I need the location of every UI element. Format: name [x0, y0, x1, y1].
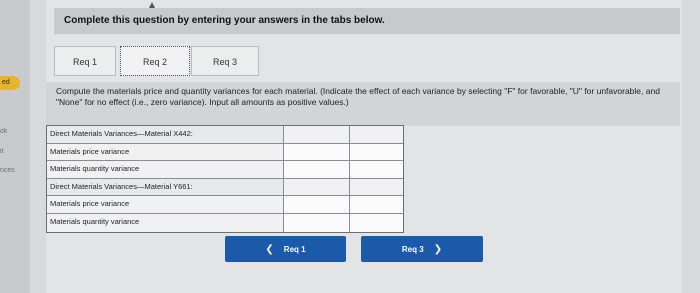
row-label: Direct Materials Variances—Material X442…: [47, 126, 284, 143]
table-row: Materials quantity variance: [47, 213, 403, 232]
effect-select[interactable]: [350, 143, 403, 161]
prev-button[interactable]: ❮ Req 1: [225, 236, 346, 262]
prompt-band: Compute the materials price and quantity…: [46, 82, 680, 126]
prev-button-label: Req 1: [283, 244, 306, 254]
effect-select[interactable]: [350, 196, 403, 213]
amount-input[interactable]: [284, 161, 350, 178]
amount-input[interactable]: [284, 213, 350, 232]
row-label: Materials price variance: [47, 196, 284, 213]
row-label: Direct Materials Variances—Material Y661…: [47, 178, 284, 196]
variance-table: Direct Materials Variances—Material X442…: [46, 125, 404, 233]
row-label: Materials quantity variance: [47, 213, 284, 232]
next-button-label: Req 3: [401, 244, 424, 254]
left-sidebar: [0, 0, 30, 293]
table-row: Direct Materials Variances—Material X442…: [47, 126, 403, 144]
table-row: Materials quantity variance: [47, 161, 403, 179]
next-button[interactable]: Req 3 ❯: [361, 236, 483, 262]
chevron-right-icon: ❯: [433, 243, 443, 255]
table-row: Direct Materials Variances—Material Y661…: [47, 178, 403, 197]
tab-req-2[interactable]: Req 2: [120, 46, 190, 76]
sidebar-label[interactable]: ok: [0, 128, 18, 135]
chevron-left-icon: ❮: [265, 243, 274, 255]
row-label: Materials quantity variance: [47, 161, 284, 178]
amount-cell: [284, 178, 350, 196]
row-label: Materials price variance: [47, 143, 284, 161]
amount-input[interactable]: [284, 143, 350, 161]
amount-input[interactable]: [284, 196, 350, 213]
instruction-bar: Complete this question by entering your …: [54, 8, 680, 34]
instruction-text: Complete this question by entering your …: [64, 15, 385, 26]
effect-cell: [350, 178, 403, 196]
prompt-text: Compute the materials price and quantity…: [56, 86, 660, 107]
table-row: Materials price variance: [47, 143, 403, 162]
sidebar-label[interactable]: it: [0, 148, 18, 155]
sidebar-label[interactable]: nces: [0, 167, 18, 174]
tab-req-1[interactable]: Req 1: [54, 46, 116, 76]
effect-cell: [350, 126, 403, 143]
amount-cell: [284, 126, 350, 143]
tab-req-3[interactable]: Req 3: [191, 46, 259, 76]
mouse-cursor-icon: [149, 2, 155, 8]
sidebar-status-badge[interactable]: ed: [0, 76, 20, 90]
effect-select[interactable]: [350, 213, 403, 232]
table-row: Materials price variance: [47, 196, 403, 214]
effect-select[interactable]: [350, 161, 403, 178]
